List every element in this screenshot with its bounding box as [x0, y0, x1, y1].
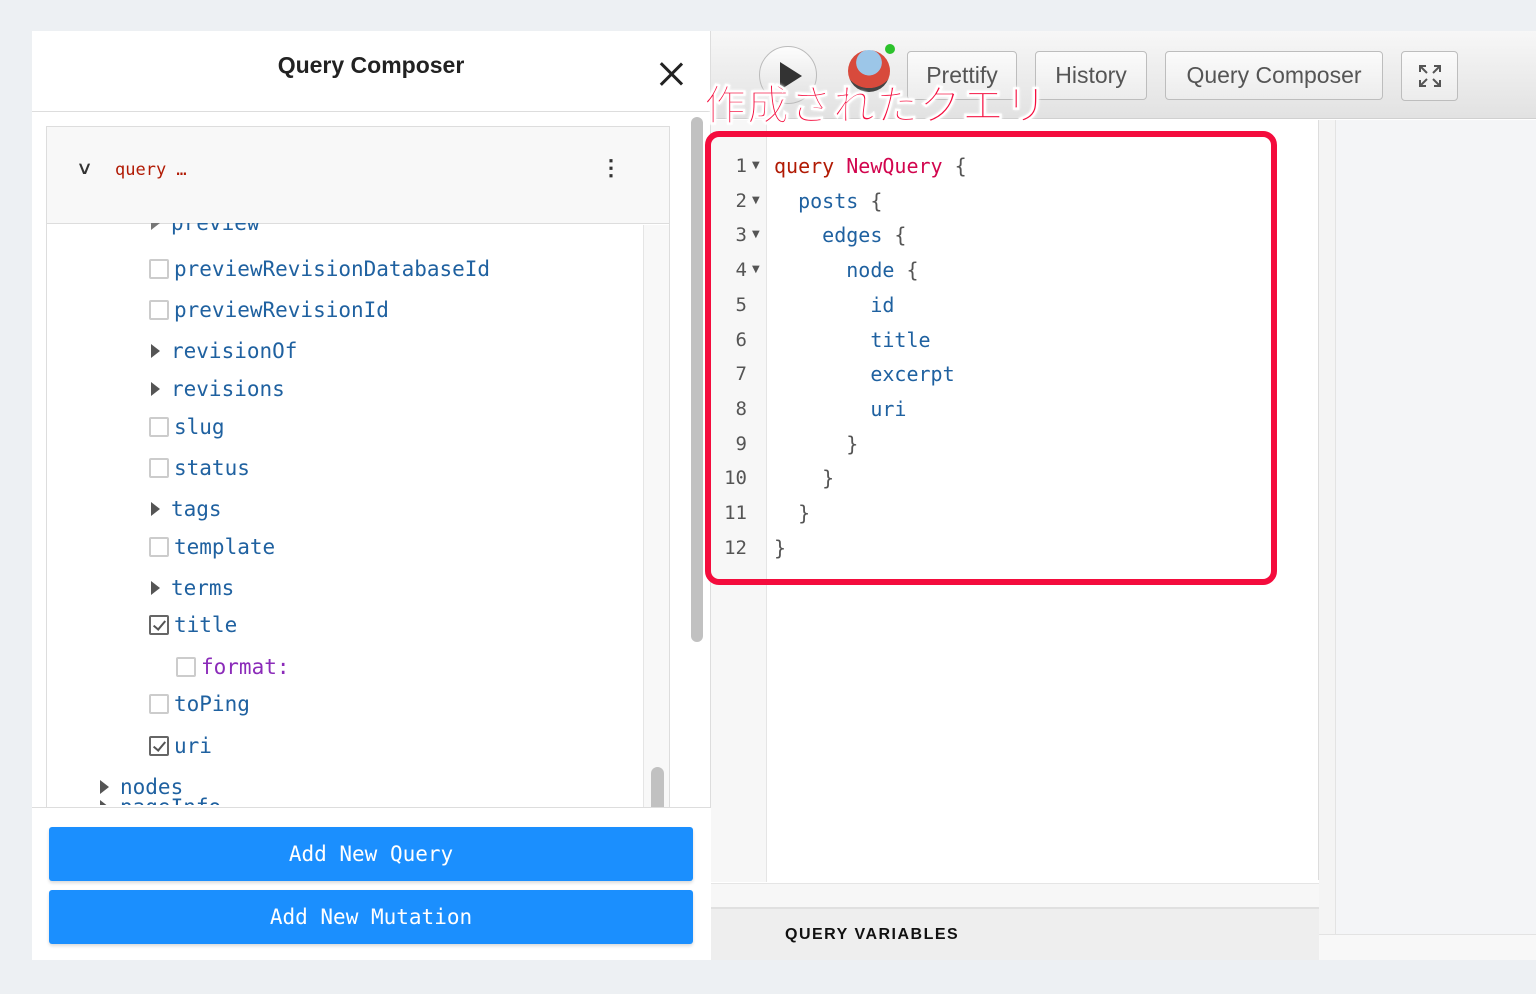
tree-item-tags[interactable]: tags: [146, 497, 222, 521]
close-icon[interactable]: [656, 59, 686, 89]
tree-item-revisions[interactable]: revisions: [146, 377, 285, 401]
query-variables-title[interactable]: QUERY VARIABLES: [785, 926, 959, 944]
checkbox[interactable]: [149, 694, 169, 714]
tree-item-status[interactable]: status: [149, 456, 250, 480]
annotation-highlight-box: [705, 131, 1277, 585]
composer-scrollbar[interactable]: [688, 115, 706, 805]
composer-scrollbar-thumb[interactable]: [691, 117, 703, 642]
pane-divider[interactable]: [1319, 120, 1336, 937]
tree-item-previewrevisionid[interactable]: previewRevisionId: [149, 298, 389, 322]
explorer-box: ∨ query … ⋮ preview previewRevisionDatab…: [46, 126, 670, 808]
query-header[interactable]: ∨ query … ⋮: [47, 127, 669, 224]
query-composer-button[interactable]: Query Composer: [1165, 51, 1383, 100]
query-variables-bar[interactable]: QUERY VARIABLES: [711, 907, 1319, 960]
tree-item-slug[interactable]: slug: [149, 415, 225, 439]
history-button[interactable]: History: [1035, 51, 1147, 100]
query-composer-panel: Query Composer ∨ query … ⋮ preview previ…: [32, 31, 711, 960]
checkbox[interactable]: [149, 417, 169, 437]
field-label[interactable]: format:: [201, 655, 290, 679]
checkbox[interactable]: [149, 458, 169, 478]
tree-item-template[interactable]: template: [149, 535, 275, 559]
tree-item-previewrevisiondatabaseid[interactable]: previewRevisionDatabaseId: [149, 257, 490, 281]
field-label[interactable]: slug: [174, 415, 225, 439]
expand-icon: [1419, 65, 1441, 87]
field-tree: preview previewRevisionDatabaseId preview…: [47, 223, 643, 808]
composer-header: Query Composer: [32, 31, 710, 112]
online-status-dot: [885, 44, 895, 54]
expand-arrow-icon[interactable]: [151, 382, 160, 396]
field-label[interactable]: uri: [174, 734, 212, 758]
expand-arrow-icon[interactable]: [151, 344, 160, 358]
tree-item-title[interactable]: title: [149, 613, 237, 637]
field-label[interactable]: status: [174, 456, 250, 480]
expand-arrow-icon[interactable]: [100, 780, 109, 794]
checkbox[interactable]: [176, 657, 196, 677]
checkbox[interactable]: [149, 537, 169, 557]
tree-item-uri[interactable]: uri: [149, 734, 212, 758]
fullscreen-button[interactable]: [1401, 51, 1458, 101]
result-footer: [1319, 934, 1536, 960]
field-label[interactable]: terms: [171, 576, 234, 600]
composer-title: Query Composer: [277, 52, 465, 78]
field-label[interactable]: title: [174, 613, 237, 637]
checkbox[interactable]: [149, 259, 169, 279]
field-label[interactable]: previewRevisionId: [174, 298, 389, 322]
checkbox[interactable]: [149, 615, 169, 635]
add-new-query-button[interactable]: Add New Query: [49, 827, 693, 881]
tree-item-terms[interactable]: terms: [146, 576, 234, 600]
composer-footer: Add New Query Add New Mutation: [32, 807, 711, 960]
query-label[interactable]: query …: [115, 160, 187, 180]
add-new-mutation-button[interactable]: Add New Mutation: [49, 890, 693, 944]
expand-arrow-icon[interactable]: [151, 502, 160, 516]
tree-scrollbar[interactable]: [643, 225, 669, 808]
tree-item-toping[interactable]: toPing: [149, 692, 250, 716]
field-label[interactable]: revisionOf: [171, 339, 297, 363]
field-label[interactable]: previewRevisionDatabaseId: [174, 257, 490, 281]
checkbox[interactable]: [149, 736, 169, 756]
expand-arrow-icon[interactable]: [151, 581, 160, 595]
more-options-icon[interactable]: ⋮: [600, 157, 622, 179]
field-label[interactable]: toPing: [174, 692, 250, 716]
editor-horizontal-scrollbar[interactable]: [711, 883, 1319, 907]
result-pane: [1336, 120, 1536, 934]
chevron-down-icon[interactable]: ∨: [76, 158, 93, 179]
tree-item-format[interactable]: format:: [176, 655, 290, 679]
field-label[interactable]: tags: [171, 497, 222, 521]
annotation-label: 作成されたクエリ: [703, 81, 1049, 131]
field-label[interactable]: revisions: [171, 377, 285, 401]
field-label[interactable]: template: [174, 535, 275, 559]
tree-item-revisionof[interactable]: revisionOf: [146, 339, 297, 363]
checkbox[interactable]: [149, 300, 169, 320]
tree-scrollbar-thumb[interactable]: [651, 767, 664, 808]
